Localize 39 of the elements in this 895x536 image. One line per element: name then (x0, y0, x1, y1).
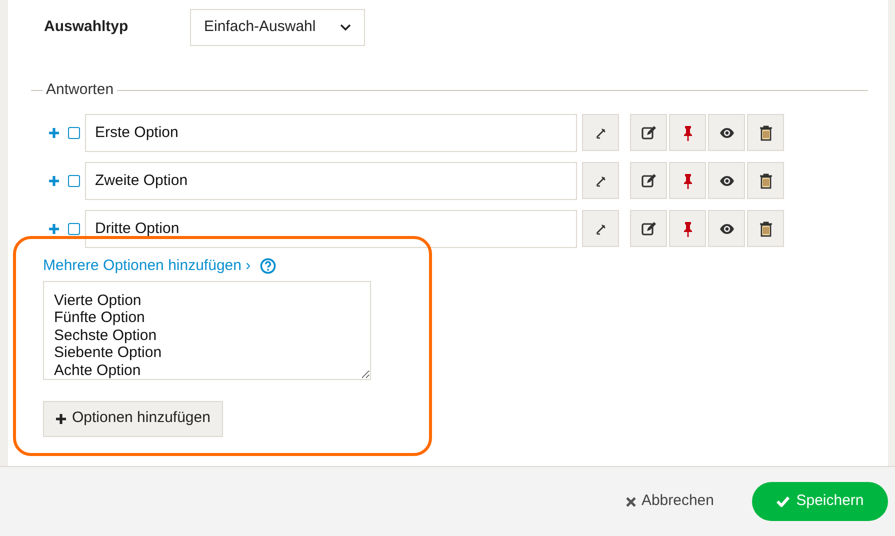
options-textarea[interactable]: Vierte Option Fünfte Option Sechste Option Siebente Option Achte Option (43, 280, 371, 380)
checkbox[interactable] (68, 222, 80, 234)
row-action-button[interactable] (747, 210, 784, 247)
field-label: Auswahltyp (44, 16, 130, 37)
row-action-button[interactable] (708, 210, 745, 247)
plus-icon (56, 414, 66, 424)
trash-icon (758, 172, 774, 188)
cancel-button[interactable]: Abbrechen (626, 490, 714, 513)
option-input[interactable]: Zweite Option (85, 162, 577, 200)
row-action-button[interactable] (747, 162, 784, 199)
chevron-down-icon (340, 24, 351, 30)
selection-type-dropdown[interactable]: Einfach-Auswahl (190, 8, 365, 46)
row-action-button[interactable] (630, 114, 667, 151)
option-input[interactable]: Dritte Option (85, 210, 577, 248)
trash-icon (758, 124, 774, 140)
row-action-button[interactable] (630, 162, 667, 199)
row-action-button[interactable] (708, 162, 745, 199)
close-icon (626, 496, 636, 506)
row-action-button[interactable] (669, 162, 706, 199)
option-input[interactable]: Erste Option (85, 114, 577, 152)
row-action-button[interactable] (747, 114, 784, 151)
trash-icon (758, 220, 774, 236)
checkbox[interactable] (68, 126, 80, 138)
edit-icon (640, 124, 656, 140)
add-multiple-link[interactable]: Mehrere Optionen hinzufügen › (43, 255, 251, 278)
section-legend: Antworten (43, 79, 117, 102)
plus-icon[interactable] (49, 128, 59, 138)
edit-icon (640, 220, 656, 236)
check-icon (776, 496, 790, 507)
plus-icon[interactable] (49, 224, 59, 234)
row-action-button[interactable] (630, 210, 667, 247)
row-action-button[interactable] (669, 210, 706, 247)
row-action-button[interactable] (708, 114, 745, 151)
checkbox[interactable] (68, 174, 80, 186)
help-icon[interactable] (260, 258, 276, 274)
plus-icon[interactable] (49, 176, 59, 186)
add-options-button[interactable]: Optionen hinzufügen (43, 400, 224, 436)
row-action-button[interactable] (669, 114, 706, 151)
edit-icon (640, 172, 656, 188)
